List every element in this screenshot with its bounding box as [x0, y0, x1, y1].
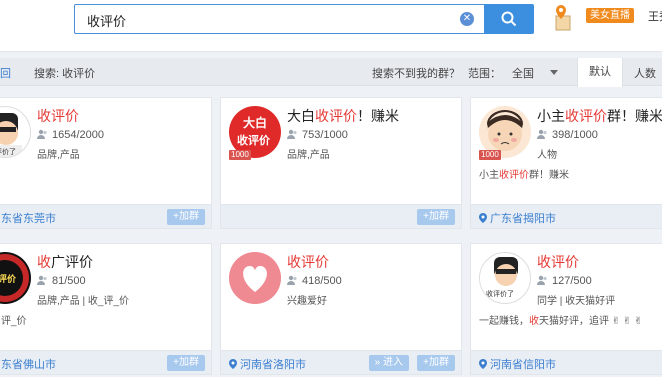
group-location: 东省东莞市	[1, 213, 56, 225]
members-icon	[537, 129, 547, 139]
card-footer: 广东省揭阳市	[471, 204, 662, 228]
group-location: 河南省洛阳市	[229, 356, 306, 372]
avatar-caption: 收评价了	[0, 149, 16, 156]
group-tags: 同学 | 收天猫好评	[537, 296, 616, 307]
avatar-caption: 收评价了	[486, 291, 514, 298]
search-summary: 搜索: 收评价	[34, 68, 96, 80]
group-title[interactable]: 收评价	[37, 106, 79, 126]
group-description: 一起赚钱，收天猫好评，追评 ✌ ✌ ✌	[479, 316, 643, 327]
members-icon	[537, 275, 547, 285]
member-count: 1654/2000	[37, 129, 104, 141]
member-count: 398/1000	[537, 129, 598, 141]
member-count: 753/1000	[287, 129, 348, 141]
join-group-button[interactable]: +加群	[167, 355, 205, 371]
range-select[interactable]: 全国	[512, 65, 534, 81]
location-pin-icon	[479, 213, 487, 223]
group-description: 评_价	[1, 316, 27, 327]
range-label: 范围：	[468, 68, 501, 80]
join-group-button[interactable]: +加群	[167, 209, 205, 225]
level-badge: 1000	[229, 150, 251, 160]
join-group-button[interactable]: +加群	[417, 209, 455, 225]
group-location: 河南省信阳市	[479, 356, 556, 372]
card-footer: 河南省信阳市	[471, 350, 662, 374]
group-title[interactable]: 收广评价	[37, 252, 93, 272]
search-button[interactable]	[484, 4, 534, 34]
group-tags: 品牌,产品 | 收_评_价	[37, 296, 130, 307]
group-title[interactable]: 大白收评价！赚米	[287, 106, 399, 126]
group-title[interactable]: 收评价	[287, 252, 329, 272]
level-badge: 1000	[479, 150, 501, 160]
filter-bar: 回 搜索: 收评价 搜索不到我的群？ 范围： 全国 默认 人数	[0, 58, 662, 87]
group-card[interactable]: 大白 收评价 1000 大白收评价！赚米 753/1000 品牌,产品 +加群	[220, 97, 462, 229]
member-count: 418/500	[287, 275, 342, 287]
location-map-icon[interactable]	[548, 4, 574, 32]
clear-icon[interactable]: ✕	[460, 12, 474, 26]
members-icon	[37, 275, 47, 285]
group-description: 小主收评价群！赚米	[479, 170, 569, 181]
card-footer: 东省东莞市 +加群	[0, 204, 211, 228]
group-location: 广东省揭阳市	[479, 210, 556, 226]
join-group-button[interactable]: +加群	[417, 355, 455, 371]
group-tags: 品牌,产品	[287, 150, 330, 161]
group-avatar: 收评价	[0, 252, 31, 304]
group-avatar: 收评价了	[0, 106, 31, 158]
location-pin-icon	[229, 359, 237, 369]
group-avatar	[229, 252, 281, 304]
group-avatar: 收评价了	[479, 252, 531, 304]
search-input[interactable]: 收评价 ✕	[74, 4, 484, 34]
group-title[interactable]: 小主收评价群！赚米	[537, 106, 662, 126]
group-card[interactable]: 收评价 收广评价 81/500 品牌,产品 | 收_评_价 评_价 东省佛山市 …	[0, 243, 212, 375]
members-icon	[37, 129, 47, 139]
username[interactable]: 王秀	[648, 8, 662, 24]
members-icon	[287, 275, 297, 285]
live-badge[interactable]: 美女直播	[586, 8, 634, 23]
search-icon	[501, 11, 517, 27]
group-tags: 品牌,产品	[37, 150, 80, 161]
group-title[interactable]: 收评价	[537, 252, 579, 272]
not-found-link[interactable]: 搜索不到我的群？	[372, 65, 460, 81]
top-bar: 收评价 ✕ 美女直播 王秀	[0, 0, 662, 52]
members-icon	[287, 129, 297, 139]
group-tags: 人物	[537, 150, 557, 161]
member-count: 81/500	[37, 275, 86, 287]
card-footer: +加群	[221, 204, 461, 228]
tab-default[interactable]: 默认	[577, 58, 623, 87]
card-footer: 东省佛山市 +加群	[0, 350, 211, 374]
group-card[interactable]: 收评价了 收评价 1654/2000 品牌,产品 东省东莞市 +加群	[0, 97, 212, 229]
member-count: 127/500	[537, 275, 592, 287]
location-pin-icon	[479, 359, 487, 369]
avatar-caption: 收评价	[0, 274, 17, 284]
group-location: 东省佛山市	[1, 359, 56, 371]
group-card[interactable]: 收评价 418/500 兴趣爱好 河南省洛阳市 » 进入 +加群	[220, 243, 462, 375]
back-link[interactable]: 回	[0, 65, 11, 81]
card-footer: 河南省洛阳市 » 进入 +加群	[221, 350, 461, 374]
chevron-down-icon[interactable]	[550, 70, 558, 75]
group-tags: 兴趣爱好	[287, 296, 327, 307]
search-query: 收评价	[87, 14, 127, 29]
group-card[interactable]: 收评价了 收评价 127/500 同学 | 收天猫好评 一起赚钱，收天猫好评，追…	[470, 243, 662, 375]
enter-group-button[interactable]: » 进入	[368, 355, 409, 371]
tab-people[interactable]: 人数	[634, 65, 656, 81]
group-card[interactable]: 1000 小主收评价群！赚米 398/1000 人物 小主收评价群！赚米 广东省…	[470, 97, 662, 229]
